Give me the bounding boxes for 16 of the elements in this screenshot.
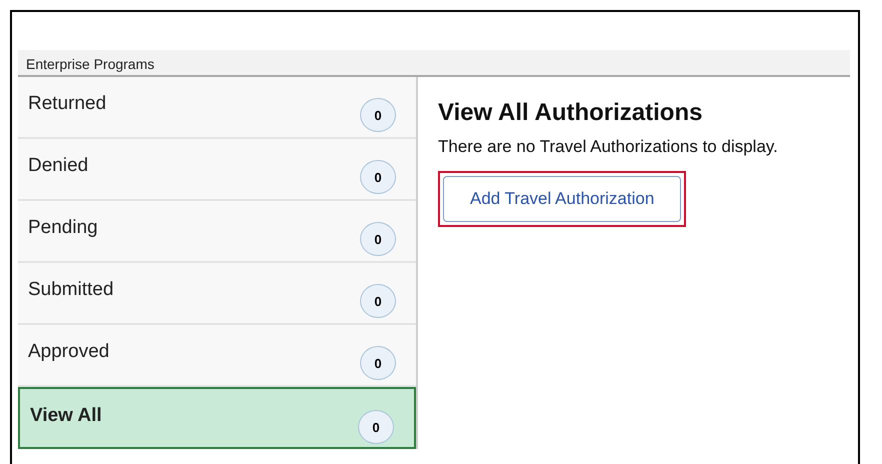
count-badge: 0 [360,346,396,380]
sidebar-item[interactable]: Pending 0 [18,201,416,263]
count-badge: 0 [360,284,396,318]
section-title: Enterprise Programs [26,56,154,72]
empty-message: There are no Travel Authorizations to display. [438,137,779,157]
page-title: View All Authorizations [438,99,704,127]
sidebar-item[interactable]: Denied 0 [18,139,416,201]
sidebar-item[interactable]: Approved 0 [18,325,416,387]
count-badge: 0 [358,410,394,444]
sidebar-item[interactable]: Submitted 0 [18,263,416,325]
sidebar-item[interactable]: View All 0 [18,387,416,449]
count-badge: 0 [360,222,396,256]
add-authorization-button[interactable]: Add Travel Authorization [443,176,682,222]
sidebar-item[interactable]: Returned 0 [18,77,416,139]
count-badge: 0 [360,98,396,132]
count-badge: 0 [360,160,396,194]
